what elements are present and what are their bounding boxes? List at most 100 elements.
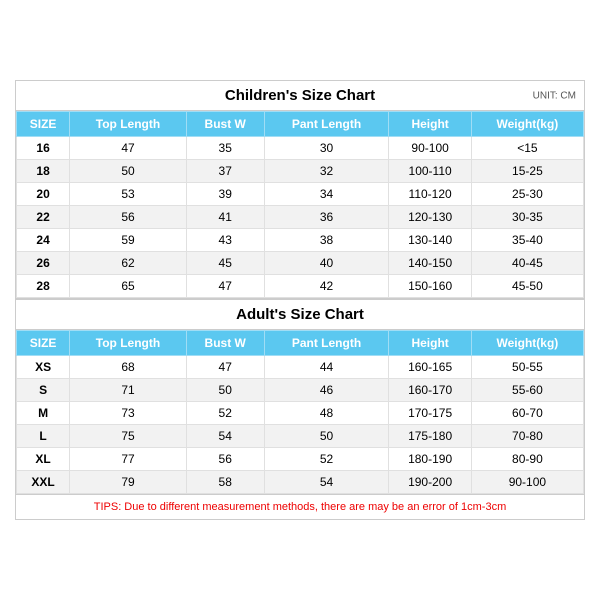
- table-cell: 80-90: [471, 448, 583, 471]
- adult-table: SIZETop LengthBust WPant LengthHeightWei…: [16, 330, 584, 494]
- table-cell: 37: [186, 160, 264, 183]
- table-cell: 41: [186, 206, 264, 229]
- table-row: 18503732100-11015-25: [17, 160, 584, 183]
- table-row: 1647353090-100<15: [17, 137, 584, 160]
- children-col-header: Pant Length: [264, 112, 389, 137]
- table-cell: 18: [17, 160, 70, 183]
- table-cell: 26: [17, 252, 70, 275]
- table-cell: <15: [471, 137, 583, 160]
- table-cell: 48: [264, 402, 389, 425]
- table-cell: 25-30: [471, 183, 583, 206]
- table-cell: 73: [70, 402, 187, 425]
- adult-col-header: SIZE: [17, 331, 70, 356]
- adult-col-header: Height: [389, 331, 471, 356]
- children-chart-title: Children's Size Chart: [225, 87, 375, 104]
- table-cell: 150-160: [389, 275, 471, 298]
- children-col-header: SIZE: [17, 112, 70, 137]
- adult-col-header: Weight(kg): [471, 331, 583, 356]
- table-cell: 56: [70, 206, 187, 229]
- table-cell: 30: [264, 137, 389, 160]
- table-row: XS684744160-16550-55: [17, 356, 584, 379]
- adult-col-header: Pant Length: [264, 331, 389, 356]
- table-row: 24594338130-14035-40: [17, 229, 584, 252]
- table-cell: 110-120: [389, 183, 471, 206]
- table-cell: M: [17, 402, 70, 425]
- table-cell: 39: [186, 183, 264, 206]
- table-row: XXL795854190-20090-100: [17, 471, 584, 494]
- table-cell: 54: [264, 471, 389, 494]
- children-col-header: Height: [389, 112, 471, 137]
- table-cell: 30-35: [471, 206, 583, 229]
- table-cell: 47: [70, 137, 187, 160]
- table-cell: 40: [264, 252, 389, 275]
- table-cell: 79: [70, 471, 187, 494]
- table-cell: 65: [70, 275, 187, 298]
- table-cell: 43: [186, 229, 264, 252]
- children-col-header: Weight(kg): [471, 112, 583, 137]
- table-cell: 50: [70, 160, 187, 183]
- table-row: 26624540140-15040-45: [17, 252, 584, 275]
- children-header-row: SIZETop LengthBust WPant LengthHeightWei…: [17, 112, 584, 137]
- table-row: L755450175-18070-80: [17, 425, 584, 448]
- table-cell: 50: [264, 425, 389, 448]
- table-cell: L: [17, 425, 70, 448]
- table-cell: 45: [186, 252, 264, 275]
- table-cell: 16: [17, 137, 70, 160]
- table-cell: 140-150: [389, 252, 471, 275]
- table-cell: 52: [186, 402, 264, 425]
- table-row: S715046160-17055-60: [17, 379, 584, 402]
- table-cell: XXL: [17, 471, 70, 494]
- table-cell: 35: [186, 137, 264, 160]
- table-cell: 44: [264, 356, 389, 379]
- table-cell: 75: [70, 425, 187, 448]
- table-cell: 175-180: [389, 425, 471, 448]
- table-cell: 90-100: [471, 471, 583, 494]
- children-col-header: Bust W: [186, 112, 264, 137]
- table-cell: 160-170: [389, 379, 471, 402]
- table-cell: 62: [70, 252, 187, 275]
- table-cell: 15-25: [471, 160, 583, 183]
- size-chart-wrapper: Children's Size Chart UNIT: CM SIZETop L…: [15, 80, 585, 520]
- table-cell: 22: [17, 206, 70, 229]
- adult-col-header: Top Length: [70, 331, 187, 356]
- table-row: 28654742150-16045-50: [17, 275, 584, 298]
- table-cell: 28: [17, 275, 70, 298]
- table-cell: 130-140: [389, 229, 471, 252]
- table-cell: 47: [186, 356, 264, 379]
- table-cell: 54: [186, 425, 264, 448]
- unit-label: UNIT: CM: [533, 90, 576, 101]
- table-cell: 45-50: [471, 275, 583, 298]
- table-cell: 180-190: [389, 448, 471, 471]
- table-cell: 58: [186, 471, 264, 494]
- table-cell: 190-200: [389, 471, 471, 494]
- table-row: XL775652180-19080-90: [17, 448, 584, 471]
- table-cell: 59: [70, 229, 187, 252]
- table-cell: XS: [17, 356, 70, 379]
- table-cell: 47: [186, 275, 264, 298]
- table-cell: XL: [17, 448, 70, 471]
- table-cell: 55-60: [471, 379, 583, 402]
- table-row: 20533934110-12025-30: [17, 183, 584, 206]
- table-cell: 71: [70, 379, 187, 402]
- table-cell: 100-110: [389, 160, 471, 183]
- adult-header-row: SIZETop LengthBust WPant LengthHeightWei…: [17, 331, 584, 356]
- table-cell: 70-80: [471, 425, 583, 448]
- table-cell: 42: [264, 275, 389, 298]
- table-cell: 50-55: [471, 356, 583, 379]
- children-col-header: Top Length: [70, 112, 187, 137]
- children-title-row: Children's Size Chart UNIT: CM: [16, 81, 584, 111]
- table-cell: 60-70: [471, 402, 583, 425]
- table-cell: 20: [17, 183, 70, 206]
- table-cell: 52: [264, 448, 389, 471]
- table-cell: 120-130: [389, 206, 471, 229]
- table-cell: 68: [70, 356, 187, 379]
- table-cell: 46: [264, 379, 389, 402]
- table-row: 22564136120-13030-35: [17, 206, 584, 229]
- table-cell: 77: [70, 448, 187, 471]
- table-cell: 53: [70, 183, 187, 206]
- children-table: SIZETop LengthBust WPant LengthHeightWei…: [16, 111, 584, 298]
- adult-chart-title: Adult's Size Chart: [236, 306, 364, 323]
- adult-col-header: Bust W: [186, 331, 264, 356]
- tips-row: TIPS: Due to different measurement metho…: [16, 494, 584, 519]
- table-cell: 32: [264, 160, 389, 183]
